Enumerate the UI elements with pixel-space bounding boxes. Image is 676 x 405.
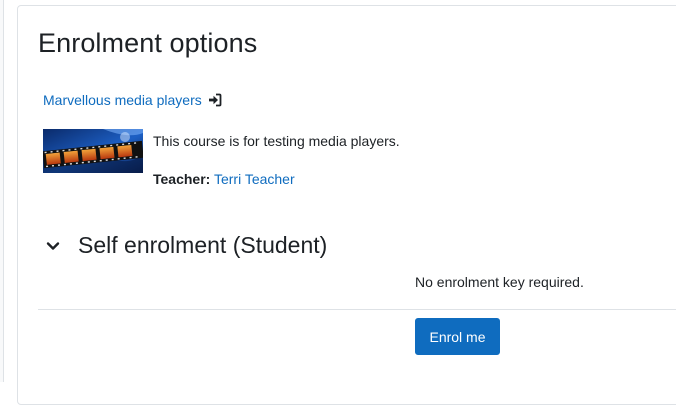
section-divider xyxy=(38,309,676,310)
teacher-contact: Teacher: Terri Teacher xyxy=(153,171,295,187)
course-link-row: Marvellous media players xyxy=(43,92,222,108)
self-enrolment-title: Self enrolment (Student) xyxy=(78,232,328,258)
left-drawer-edge xyxy=(0,0,4,382)
course-summary: This course is for testing media players… xyxy=(153,133,400,149)
sign-in-icon[interactable] xyxy=(208,93,222,107)
self-enrolment-header[interactable]: Self enrolment (Student) xyxy=(44,232,327,259)
chevron-down-icon[interactable] xyxy=(44,237,62,255)
course-name-link[interactable]: Marvellous media players xyxy=(43,92,202,108)
enrolment-key-message: No enrolment key required. xyxy=(415,274,584,290)
course-image[interactable] xyxy=(43,129,143,173)
teacher-label: Teacher: xyxy=(153,171,211,187)
teacher-name-link[interactable]: Terri Teacher xyxy=(214,171,295,187)
enrol-me-button[interactable]: Enrol me xyxy=(415,318,500,355)
enrolment-card xyxy=(17,5,676,405)
page-title: Enrolment options xyxy=(38,28,258,58)
